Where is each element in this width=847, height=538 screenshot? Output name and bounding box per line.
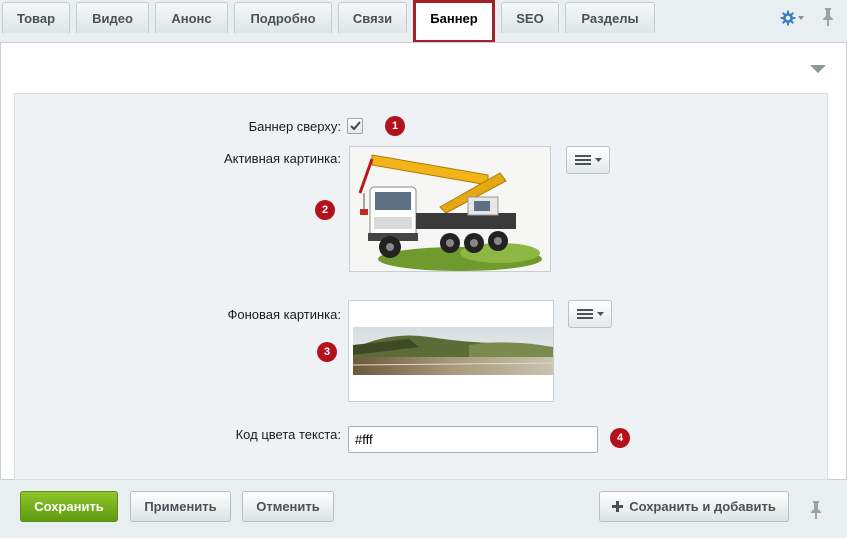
background-image-label: Фоновая картинка: bbox=[227, 307, 341, 322]
hint-badge: 4 bbox=[610, 428, 630, 448]
tab-label: Товар bbox=[16, 10, 56, 26]
plus-icon bbox=[612, 501, 624, 512]
save-and-add-button[interactable]: Сохранить и добавить bbox=[599, 491, 789, 522]
tab-banner[interactable]: Баннер bbox=[413, 0, 495, 43]
tab-sections[interactable]: Разделы bbox=[565, 2, 655, 33]
tab-bar: Товар Видео Анонс Подробно Связи Баннер … bbox=[0, 0, 847, 44]
tab-details[interactable]: Подробно bbox=[234, 2, 332, 33]
hamburger-icon bbox=[576, 309, 593, 319]
tab-announce[interactable]: Анонс bbox=[155, 2, 228, 33]
tab-video[interactable]: Видео bbox=[76, 2, 149, 33]
cancel-button[interactable]: Отменить bbox=[242, 491, 334, 522]
chevron-down-icon bbox=[594, 158, 602, 162]
apply-button-label: Применить bbox=[144, 499, 217, 514]
triangle-down-icon[interactable] bbox=[808, 64, 828, 74]
active-image-preview[interactable] bbox=[349, 146, 551, 272]
tab-label: Видео bbox=[92, 10, 133, 26]
gear-icon bbox=[780, 10, 796, 26]
hint-badge: 2 bbox=[315, 200, 335, 220]
save-and-add-button-label: Сохранить и добавить bbox=[629, 499, 776, 514]
banner-top-checkbox[interactable] bbox=[347, 118, 363, 134]
pin-icon[interactable] bbox=[808, 500, 824, 520]
tab-label: SEO bbox=[516, 10, 544, 26]
hamburger-icon bbox=[574, 155, 591, 165]
tab-label: Анонс bbox=[171, 10, 212, 26]
background-image-preview[interactable] bbox=[348, 300, 554, 402]
text-color-input[interactable] bbox=[348, 426, 598, 453]
apply-button[interactable]: Применить bbox=[130, 491, 231, 522]
save-button[interactable]: Сохранить bbox=[20, 491, 118, 522]
tab-label: Подробно bbox=[250, 10, 316, 26]
background-image-menu-button[interactable] bbox=[568, 300, 612, 328]
save-button-label: Сохранить bbox=[34, 499, 104, 514]
active-image-label: Активная картинка: bbox=[223, 151, 341, 166]
tab-seo[interactable]: SEO bbox=[501, 2, 559, 33]
chevron-down-icon bbox=[798, 16, 804, 20]
hint-badge: 1 bbox=[385, 116, 405, 136]
checkmark-icon bbox=[349, 121, 361, 131]
settings-button[interactable] bbox=[780, 9, 804, 27]
text-color-label: Код цвета текста: bbox=[235, 427, 341, 442]
tab-label: Разделы bbox=[581, 10, 639, 26]
tab-tovar[interactable]: Товар bbox=[2, 2, 70, 33]
tab-label: Связи bbox=[352, 10, 393, 26]
tab-label: Баннер bbox=[430, 11, 478, 26]
hint-badge: 3 bbox=[317, 342, 337, 362]
tab-links[interactable]: Связи bbox=[338, 2, 407, 33]
pin-icon[interactable] bbox=[820, 7, 836, 27]
chevron-down-icon bbox=[596, 312, 604, 316]
banner-top-label: Баннер сверху: bbox=[248, 119, 341, 134]
crane-truck-image bbox=[350, 147, 550, 271]
landscape-image bbox=[349, 301, 553, 401]
cancel-button-label: Отменить bbox=[256, 499, 320, 514]
active-image-menu-button[interactable] bbox=[566, 146, 610, 174]
